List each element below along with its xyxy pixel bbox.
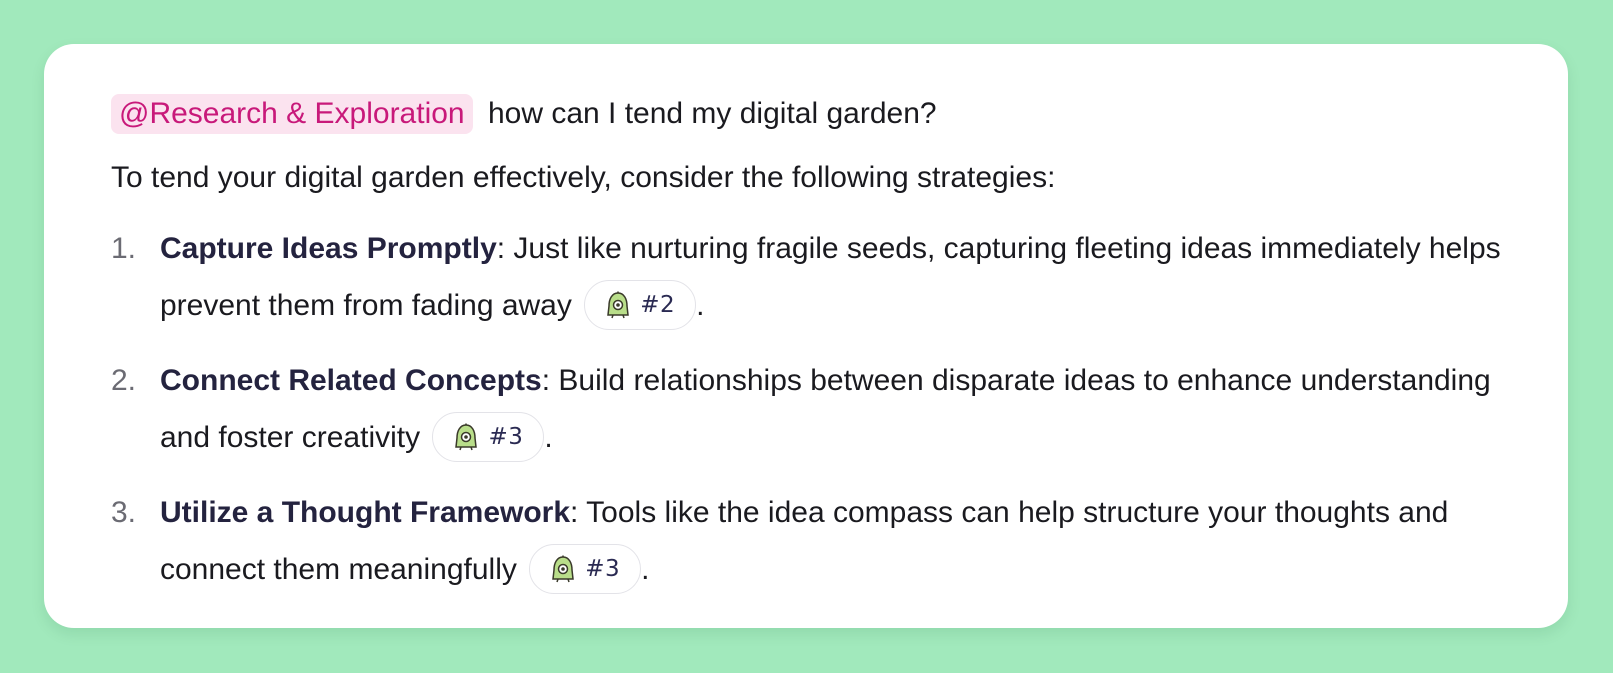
citation-label: #3 bbox=[585, 555, 621, 582]
mention-tag[interactable]: @Research & Exploration bbox=[111, 94, 473, 134]
source-character-icon bbox=[455, 423, 478, 451]
citation-chip[interactable]: #3 bbox=[529, 544, 642, 595]
item-title: Capture Ideas Promptly bbox=[160, 232, 497, 265]
question-text: how can I tend my digital garden? bbox=[479, 97, 937, 130]
list-item: 2. Connect Related Concepts: Build relat… bbox=[111, 352, 1501, 466]
answer-intro: To tend your digital garden effectively,… bbox=[111, 161, 1056, 194]
user-question: @Research & Exploration how can I tend m… bbox=[111, 94, 1501, 134]
citation-chip[interactable]: #3 bbox=[432, 412, 545, 463]
source-character-icon bbox=[607, 291, 630, 319]
citation-chip[interactable]: #2 bbox=[584, 280, 697, 331]
list-item: 3. Utilize a Thought Framework: Tools li… bbox=[111, 484, 1501, 598]
item-end: . bbox=[544, 421, 553, 454]
list-number: 3. bbox=[111, 496, 137, 529]
strategy-list: 1. Capture Ideas Promptly: Just like nur… bbox=[111, 220, 1501, 598]
citation-label: #2 bbox=[640, 291, 676, 318]
source-character-icon bbox=[552, 555, 575, 583]
item-title: Connect Related Concepts bbox=[160, 364, 542, 397]
chat-message-card: @Research & Exploration how can I tend m… bbox=[44, 44, 1568, 628]
citation-label: #3 bbox=[488, 423, 524, 450]
item-end: . bbox=[696, 289, 705, 322]
item-end: . bbox=[641, 553, 650, 586]
list-number: 2. bbox=[111, 364, 137, 397]
list-item: 1. Capture Ideas Promptly: Just like nur… bbox=[111, 220, 1501, 334]
list-number: 1. bbox=[111, 232, 137, 265]
item-title: Utilize a Thought Framework bbox=[160, 496, 571, 529]
